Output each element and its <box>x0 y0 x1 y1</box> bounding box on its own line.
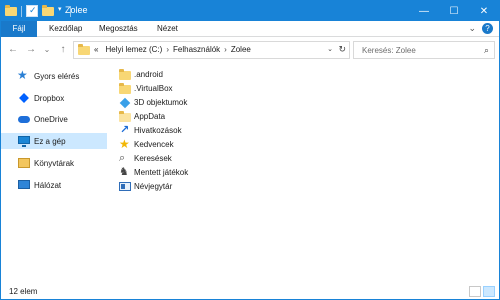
tab-file[interactable]: Fájl <box>1 21 37 37</box>
sidebar-item-dropbox[interactable]: Dropbox <box>1 90 107 106</box>
new-folder-icon[interactable] <box>42 5 54 17</box>
list-item[interactable]: .VirtualBox <box>119 81 173 95</box>
dropbox-icon <box>18 92 30 104</box>
tab-share[interactable]: Megosztás <box>99 21 138 37</box>
address-bar[interactable]: « Helyi lemez (C:) › Felhasználók › Zole… <box>73 41 350 59</box>
folder-icon <box>78 44 90 55</box>
title-bar[interactable]: ✓ ▾ Zolee — ☐ ✕ <box>1 1 499 21</box>
list-item[interactable]: ♞ Mentett játékok <box>119 165 188 179</box>
favorites-icon: ★ <box>119 136 130 151</box>
onedrive-icon <box>18 113 30 125</box>
sidebar-item-quick-access[interactable]: ★ Gyors elérés <box>1 68 107 84</box>
item-count: 12 elem <box>9 287 38 296</box>
sidebar-item-label: OneDrive <box>34 114 68 124</box>
searches-icon: ⌕ <box>119 151 126 164</box>
forward-button[interactable]: → <box>25 43 37 57</box>
expand-ribbon-icon[interactable]: ⌄ <box>468 23 476 34</box>
folder-icon <box>5 5 17 17</box>
3d-objects-icon <box>119 97 131 108</box>
list-item[interactable]: .android <box>119 67 163 81</box>
status-bar: 12 elem <box>1 285 499 299</box>
close-button[interactable]: ✕ <box>469 1 499 21</box>
sidebar-item-label: Gyors elérés <box>34 71 80 81</box>
recent-locations-button[interactable]: ⌄ <box>41 43 53 57</box>
file-name: Névjegytár <box>134 181 173 191</box>
saved-games-icon: ♞ <box>119 165 129 178</box>
file-name: Hivatkozások <box>134 125 182 135</box>
help-icon[interactable]: ? <box>482 23 493 34</box>
breadcrumb-overflow[interactable]: « <box>94 45 98 54</box>
computer-icon <box>18 135 30 147</box>
up-button[interactable]: ↑ <box>57 43 69 57</box>
search-icon[interactable]: ⌕ <box>484 45 489 56</box>
address-dropdown-icon[interactable]: ⌄ <box>327 45 333 53</box>
network-icon <box>18 179 30 191</box>
ribbon-controls: ⌄ ? <box>468 23 493 34</box>
navigation-bar: ← → ⌄ ↑ « Helyi lemez (C:) › Felhasználó… <box>1 38 499 62</box>
list-item[interactable]: ↗ Hivatkozások <box>119 123 182 137</box>
links-icon: ↗ <box>120 123 130 136</box>
breadcrumb-item[interactable]: Helyi lemez (C:) <box>105 45 162 54</box>
list-item[interactable]: Névjegytár <box>119 179 172 193</box>
folder-icon <box>119 68 131 80</box>
star-icon: ★ <box>17 68 28 82</box>
file-name: Keresések <box>134 153 172 163</box>
folder-icon <box>119 82 131 94</box>
toolbar-divider <box>21 5 22 17</box>
file-list: .android .VirtualBox 3D objektumok AppDa… <box>119 63 489 281</box>
breadcrumb-item[interactable]: Zolee <box>231 45 251 54</box>
sidebar-item-label: Dropbox <box>34 93 65 103</box>
properties-icon[interactable]: ✓ <box>26 5 38 17</box>
list-item[interactable]: ★ Kedvencek <box>119 137 174 151</box>
back-button[interactable]: ← <box>7 43 19 57</box>
maximize-button[interactable]: ☐ <box>439 1 469 21</box>
sidebar-item-this-pc[interactable]: Ez a gép <box>1 133 107 149</box>
file-name: Kedvencek <box>134 139 174 149</box>
sidebar-item-libraries[interactable]: Könyvtárak <box>1 155 107 171</box>
view-switcher <box>467 286 495 297</box>
list-item[interactable]: AppData <box>119 109 165 123</box>
breadcrumb-separator[interactable]: › <box>224 45 227 54</box>
window-title: Zolee <box>65 5 88 15</box>
sidebar-item-label: Könyvtárak <box>34 158 75 168</box>
file-name: .android <box>134 69 163 79</box>
breadcrumb: « Helyi lemez (C:) › Felhasználók › Zole… <box>94 45 251 54</box>
tab-view[interactable]: Nézet <box>157 21 178 37</box>
folder-icon <box>119 110 131 122</box>
navigation-pane: ★ Gyors elérés Dropbox OneDrive Ez a gép… <box>1 63 109 281</box>
explorer-window: ✓ ▾ Zolee — ☐ ✕ Fájl Kezdőlap Megosztás … <box>0 0 500 300</box>
breadcrumb-item[interactable]: Felhasználók <box>173 45 220 54</box>
search-placeholder: Keresés: Zolee <box>362 46 416 55</box>
contacts-icon <box>119 181 131 192</box>
tab-home[interactable]: Kezdőlap <box>49 21 82 37</box>
breadcrumb-separator[interactable]: › <box>166 45 169 54</box>
file-name: Mentett játékok <box>134 167 189 177</box>
large-icons-view-button[interactable] <box>483 286 495 297</box>
sidebar-item-onedrive[interactable]: OneDrive <box>1 111 107 127</box>
ribbon-tabs: Fájl Kezdőlap Megosztás Nézet ⌄ ? <box>1 21 499 37</box>
window-controls: — ☐ ✕ <box>409 1 499 21</box>
library-icon <box>18 157 30 169</box>
file-name: 3D objektumok <box>134 97 188 107</box>
minimize-button[interactable]: — <box>409 1 439 21</box>
file-name: AppData <box>134 111 166 121</box>
file-name: .VirtualBox <box>134 83 173 93</box>
search-input[interactable]: Keresés: Zolee ⌕ <box>353 41 495 59</box>
list-item[interactable]: ⌕ Keresések <box>119 151 172 165</box>
sidebar-item-network[interactable]: Hálózat <box>1 177 107 193</box>
sidebar-item-label: Ez a gép <box>34 136 66 146</box>
list-item[interactable]: 3D objektumok <box>119 95 187 109</box>
details-view-button[interactable] <box>469 286 481 297</box>
refresh-icon[interactable]: ↻ <box>338 44 346 55</box>
sidebar-item-label: Hálózat <box>34 180 62 190</box>
